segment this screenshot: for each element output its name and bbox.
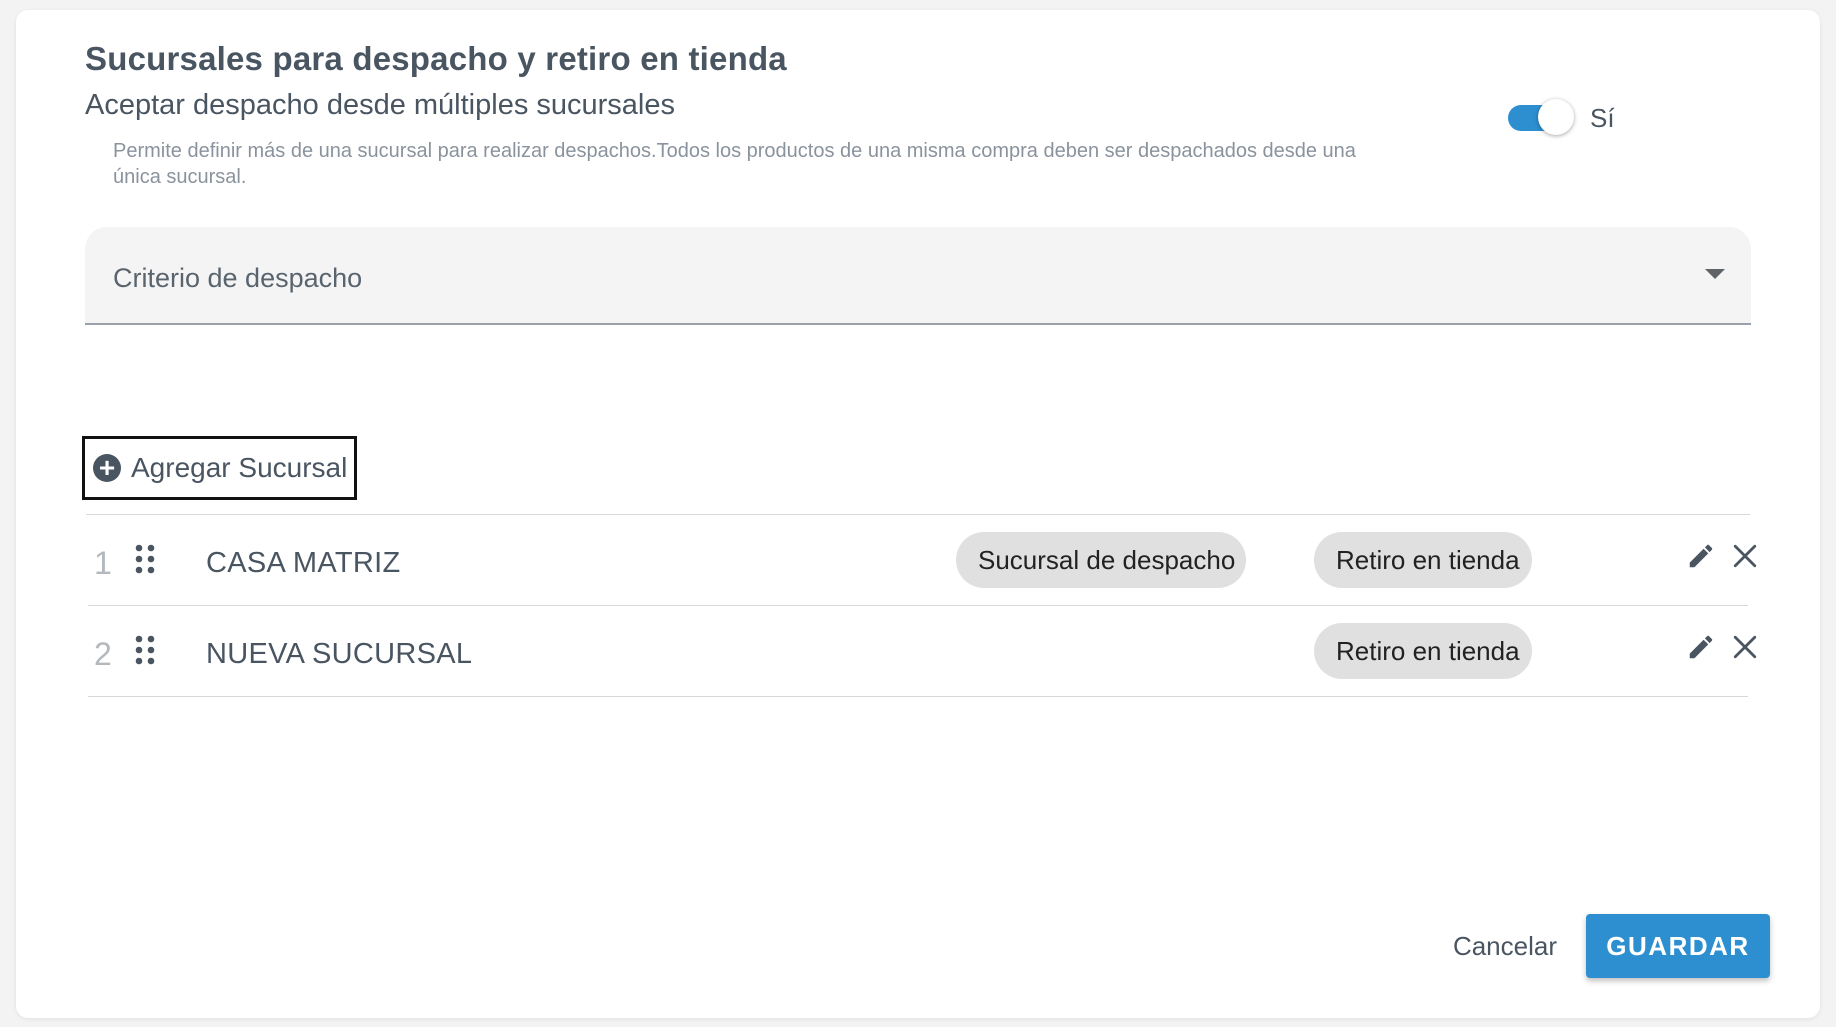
add-branch-label: Agregar Sucursal bbox=[131, 452, 348, 483]
chevron-down-icon[interactable] bbox=[1705, 269, 1725, 279]
close-icon[interactable] bbox=[1732, 634, 1758, 660]
close-icon[interactable] bbox=[1732, 543, 1758, 569]
multi-branch-toggle[interactable]: Sí bbox=[1508, 99, 1615, 137]
save-button[interactable]: GUARDAR bbox=[1586, 914, 1770, 978]
pencil-icon[interactable] bbox=[1686, 632, 1716, 662]
store-pickup-chip: Retiro en tienda bbox=[1314, 532, 1532, 588]
branch-index: 1 bbox=[94, 545, 112, 581]
dialog-footer: Cancelar GUARDAR bbox=[1453, 914, 1770, 978]
drag-handle-icon[interactable] bbox=[134, 544, 156, 574]
drag-handle-icon[interactable] bbox=[134, 635, 156, 665]
branches-settings-card: Sucursales para despacho y retiro en tie… bbox=[16, 10, 1820, 1018]
toggle-thumb[interactable] bbox=[1538, 99, 1574, 135]
dispatch-branch-chip: Sucursal de despacho bbox=[956, 532, 1246, 588]
branch-list: 1 CASA MATRIZ Sucursal de despacho Retir… bbox=[86, 514, 1757, 697]
dispatch-criteria-label: Criterio de despacho bbox=[113, 263, 363, 293]
add-branch-button[interactable]: + Agregar Sucursal bbox=[82, 436, 358, 500]
cancel-button[interactable]: Cancelar bbox=[1453, 931, 1557, 962]
store-pickup-chip: Retiro en tienda bbox=[1314, 623, 1532, 679]
branch-row: 2 NUEVA SUCURSAL Retiro en tienda bbox=[88, 606, 1757, 697]
branch-name: NUEVA SUCURSAL bbox=[206, 638, 473, 670]
branch-row: 1 CASA MATRIZ Sucursal de despacho Retir… bbox=[88, 515, 1757, 606]
multi-branch-help-text: Permite definir más de una sucursal para… bbox=[113, 140, 1356, 188]
pencil-icon[interactable] bbox=[1686, 541, 1716, 571]
toggle-value-label: Sí bbox=[1590, 102, 1615, 133]
branch-index: 2 bbox=[94, 636, 112, 672]
section-title: Sucursales para despacho y retiro en tie… bbox=[85, 40, 787, 77]
branch-name: CASA MATRIZ bbox=[206, 547, 401, 579]
multi-branch-label: Aceptar despacho desde múltiples sucursa… bbox=[85, 89, 675, 121]
dispatch-criteria-select[interactable]: Criterio de despacho bbox=[85, 227, 1751, 325]
toggle-track[interactable] bbox=[1508, 99, 1574, 135]
add-circle-icon: + bbox=[93, 454, 121, 482]
